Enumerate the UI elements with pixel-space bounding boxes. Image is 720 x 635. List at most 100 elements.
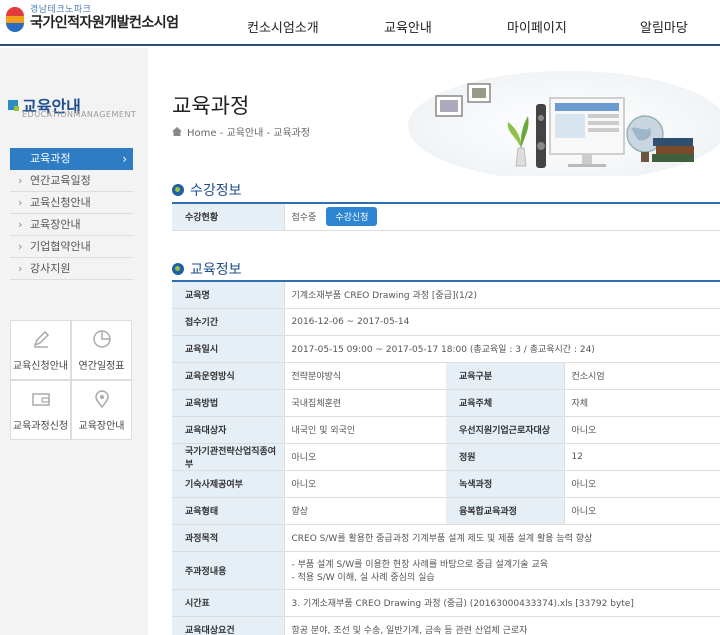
sidebar-item-venue[interactable]: 교육장안내 (10, 214, 133, 236)
site-logo[interactable]: 경남테크노파크 국가인적자원개발컨소시엄 (6, 5, 179, 33)
logo-subtitle: 경남테크노파크 (30, 5, 92, 15)
quick-link-venue[interactable]: 교육장안내 (71, 380, 132, 440)
operation-label: 교육운영방식 (172, 362, 285, 390)
table-row: 교육운영방식 전략분야방식 교육구분 컨소시엄 (172, 362, 720, 390)
wallet-icon (32, 393, 50, 406)
nav-education[interactable]: 교육안내 (384, 17, 432, 36)
quick-link-label: 교육장안내 (78, 421, 125, 432)
enrollment-status-cell: 접수중 수강신청 (284, 203, 720, 231)
content-value: - 부품 설계 S/W를 이용한 현장 사례를 바탕으로 중급 설계기술 교육 … (284, 551, 720, 590)
apply-course-button[interactable]: 수강신청 (326, 207, 378, 227)
priority-label: 우선지원기업근로자대상 (446, 416, 565, 444)
section-bullet-icon (172, 263, 184, 275)
quick-link-label: 교육신청안내 (12, 361, 69, 372)
table-row: 시간표 3. 기계소재부품 CREO Drawing 과정 (중급) (2016… (172, 589, 720, 617)
schedule-value: 2017-05-15 09:00 ~ 2017-05-17 18:00 (총교육… (284, 335, 720, 363)
method-value: 국내집체훈련 (284, 389, 446, 417)
form-value: 향상 (284, 497, 446, 525)
breadcrumb: Home - 교육안내 - 교육과정 (172, 124, 310, 139)
category-label: 교육구분 (446, 362, 565, 390)
timetable-file-link[interactable]: 3. 기계소재부품 CREO Drawing 과정 (중급) (20163000… (284, 589, 720, 617)
national-value: 아니오 (284, 443, 446, 471)
category-value: 컨소시엄 (564, 362, 720, 390)
quick-links: 교육신청안내 연간일정표 교육과정신청 교육장안내 (10, 320, 132, 440)
national-label: 국가기관전략산업직종여부 (172, 443, 285, 471)
priority-value: 아니오 (564, 416, 720, 444)
sidebar-item-agreement[interactable]: 기업협약안내 (10, 236, 133, 258)
logo-title: 국가인적자원개발컨소시엄 (30, 15, 179, 31)
content-label: 주과정내용 (172, 551, 285, 590)
enrollment-status: 접수중 (291, 213, 317, 224)
section-education-title: 교육정보 (172, 259, 242, 279)
course-name-value: 기계소재부품 CREO Drawing 과정 [중급](1/2) (284, 281, 720, 309)
table-row: 과정목적 CREO S/W를 활용한 중급과정 기계부품 설계 제도 및 제품 … (172, 524, 720, 552)
pie-chart-icon (93, 330, 111, 348)
reception-label: 접수기간 (172, 308, 285, 336)
section-bullet-icon (172, 184, 184, 196)
table-row: 국가기관전략산업직종여부 아니오 정원 12 (172, 443, 720, 471)
section-title-text: 교육정보 (190, 262, 242, 278)
green-course-label: 녹색과정 (446, 470, 565, 498)
fusion-value: 아니오 (564, 497, 720, 525)
table-row: 교육형태 향상 융복합교육과정 아니오 (172, 497, 720, 525)
quick-link-label: 교육과정신청 (12, 421, 69, 432)
audience-value: 항공 분야, 조선 및 수송, 일반기계, 금속 등 관련 산업체 근로자 (284, 616, 720, 635)
purpose-value: CREO S/W를 활용한 중급과정 기계부품 설계 제도 및 제품 설계 활용… (284, 524, 720, 552)
nav-consortium[interactable]: 컨소시엄소개 (247, 17, 319, 36)
quick-link-course-apply[interactable]: 교육과정신청 (10, 380, 71, 440)
timetable-label: 시간표 (172, 589, 285, 617)
table-row: 접수기간 2016-12-06 ~ 2017-05-14 (172, 308, 720, 336)
sidebar-menu: 교육과정 › 연간교육일정 교육신청안내 교육장안내 기업협약안내 강사지원 (10, 148, 133, 280)
header-visual-illustration (408, 71, 720, 176)
form-label: 교육형태 (172, 497, 285, 525)
green-course-value: 아니오 (564, 470, 720, 498)
host-value: 자체 (564, 389, 720, 417)
method-label: 교육방법 (172, 389, 285, 417)
table-row: 교육일시 2017-05-15 09:00 ~ 2017-05-17 18:00… (172, 335, 720, 363)
dormitory-label: 기숙사제공여부 (172, 470, 285, 498)
logo-mark-icon (6, 7, 26, 33)
table-row: 교육명 기계소재부품 CREO Drawing 과정 [중급](1/2) (172, 281, 720, 309)
breadcrumb-text: Home - 교육안내 - 교육과정 (187, 128, 311, 139)
purpose-label: 과정목적 (172, 524, 285, 552)
schedule-label: 교육일시 (172, 335, 285, 363)
operation-value: 전략분야방식 (284, 362, 446, 390)
capacity-value: 12 (564, 443, 720, 471)
reception-value: 2016-12-06 ~ 2017-05-14 (284, 308, 720, 336)
nav-notice[interactable]: 알림마당 (640, 17, 688, 36)
sidebar-item-annual-schedule[interactable]: 연간교육일정 (10, 170, 133, 192)
education-info-table: 교육명 기계소재부품 CREO Drawing 과정 [중급](1/2) 접수기… (172, 280, 720, 635)
quick-link-annual-schedule[interactable]: 연간일정표 (71, 320, 132, 380)
host-label: 교육주체 (446, 389, 565, 417)
table-row: 교육대상자 내국인 및 외국인 우선지원기업근로자대상 아니오 (172, 416, 720, 444)
sidebar-item-apply-guide[interactable]: 교육신청안내 (10, 192, 133, 214)
table-row: 주과정내용 - 부품 설계 S/W를 이용한 현장 사례를 바탕으로 중급 설계… (172, 551, 720, 590)
map-pin-icon (95, 390, 109, 409)
chevron-right-icon: › (122, 152, 127, 166)
sidebar-subtitle: EDUCATIONMANAGEMENT (22, 110, 137, 119)
sidebar-item-course[interactable]: 교육과정 › (10, 148, 133, 170)
sidebar-item-instructor[interactable]: 강사지원 (10, 258, 133, 280)
sidebar: 교육안내 EDUCATIONMANAGEMENT 교육과정 › 연간교육일정 교… (0, 48, 148, 635)
pencil-icon (33, 330, 50, 348)
content-line: - 부품 설계 S/W를 이용한 현장 사례를 바탕으로 중급 설계기술 교육 (291, 560, 549, 570)
table-row: 교육방법 국내집체훈련 교육주체 자체 (172, 389, 720, 417)
content-line: - 적용 S/W 이해, 실 사례 중심의 실습 (291, 573, 435, 583)
page-title: 교육과정 (172, 94, 250, 118)
quick-link-label: 연간일정표 (78, 361, 125, 372)
table-row: 기숙사제공여부 아니오 녹색과정 아니오 (172, 470, 720, 498)
dormitory-value: 아니오 (284, 470, 446, 498)
nav-mypage[interactable]: 마이페이지 (507, 17, 567, 36)
course-name-label: 교육명 (172, 281, 285, 309)
site-header: 경남테크노파크 국가인적자원개발컨소시엄 컨소시엄소개 교육안내 마이페이지 알… (0, 0, 720, 46)
fusion-label: 융복합교육과정 (446, 497, 565, 525)
home-icon (172, 127, 182, 136)
target-value: 내국인 및 외국인 (284, 416, 446, 444)
enrollment-label: 수강현황 (172, 203, 285, 231)
audience-label: 교육대상요건 (172, 616, 285, 635)
enrollment-table: 수강현황 접수중 수강신청 (172, 202, 720, 231)
quick-link-apply-guide[interactable]: 교육신청안내 (10, 320, 71, 380)
sidebar-item-label: 교육과정 (30, 152, 71, 165)
section-enrollment-title: 수강정보 (172, 180, 242, 200)
capacity-label: 정원 (446, 443, 565, 471)
